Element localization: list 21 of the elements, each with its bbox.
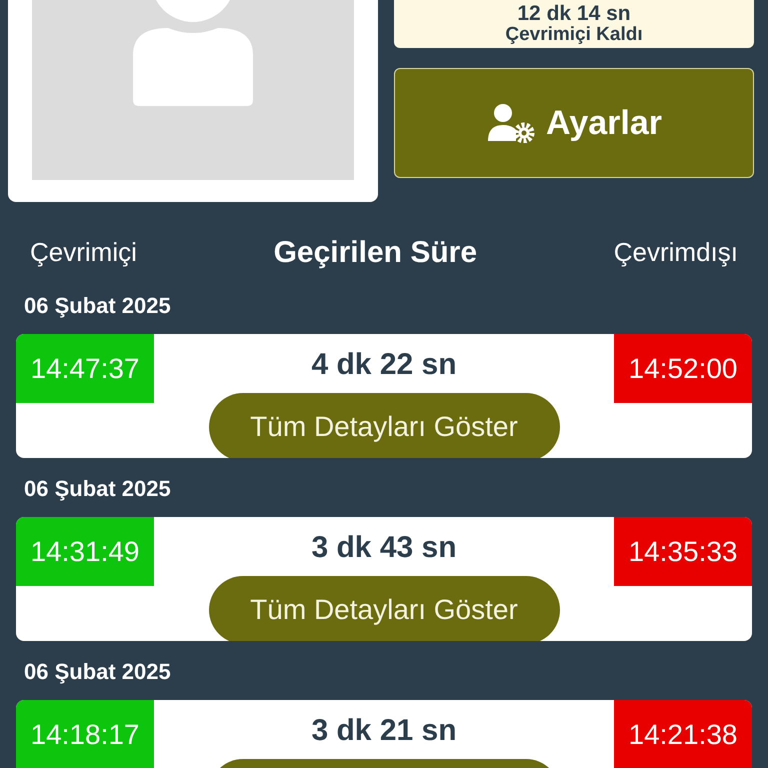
online-time: 14:47:37 — [16, 334, 154, 403]
column-heading: Geçirilen Süre — [274, 235, 478, 271]
details-button[interactable]: Tüm Detayları Göster — [208, 576, 560, 641]
session-duration: 3 dk 21 sn — [311, 713, 457, 749]
offline-time: 14:35:33 — [614, 517, 752, 586]
online-time: 14:18:17 — [16, 700, 154, 768]
user-gear-icon — [486, 103, 536, 143]
online-label: Çevrimiçi Kaldı — [505, 25, 643, 45]
online-duration: 12 dk 14 sn — [517, 3, 631, 26]
session-date: 06 Şubat 2025 — [23, 658, 172, 686]
session-date: 06 Şubat 2025 — [23, 475, 172, 503]
session-duration: 3 dk 43 sn — [311, 530, 457, 566]
session-date: 06 Şubat 2025 — [23, 292, 172, 320]
column-heading: Çevrimdışı — [614, 236, 738, 269]
session-duration: 4 dk 22 sn — [311, 347, 457, 383]
online-time: 14:31:49 — [16, 517, 154, 586]
details-button[interactable]: Tüm Detayları Göster — [208, 393, 560, 458]
settings-button[interactable]: Ayarlar — [394, 68, 754, 178]
column-heading: Çevrimiçi — [30, 236, 137, 269]
offline-time: 14:52:00 — [614, 334, 752, 403]
offline-time: 14:21:38 — [614, 700, 752, 768]
